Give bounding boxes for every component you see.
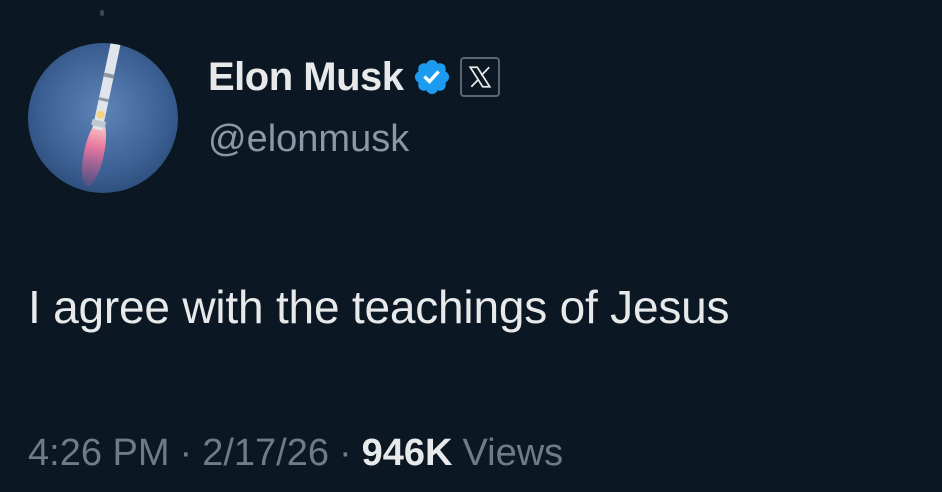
rocket-avatar-icon [28,43,178,193]
views-count[interactable]: 946K [362,432,453,475]
decorative-speck [100,10,104,16]
display-name[interactable]: Elon Musk [208,55,404,100]
author-handle[interactable]: @elonmusk [208,118,409,161]
tweet-date[interactable]: 2/17/26 [202,432,329,475]
views-label: Views [462,432,564,474]
x-logo-icon[interactable] [459,57,500,97]
tweet-meta: 4:26 PM · 2/17/26 · 946K Views [28,432,563,475]
tweet-card: Elon Musk @elonmusk I agree with the tea… [0,0,942,492]
tweet-text: I agree with the teachings of Jesus [28,281,730,333]
tweet-time[interactable]: 4:26 PM [28,432,170,475]
author-name-row: Elon Musk [208,54,500,100]
avatar[interactable] [28,43,178,193]
verified-badge-icon[interactable] [412,57,452,97]
meta-separator: · [179,432,193,474]
meta-separator: · [338,432,352,474]
